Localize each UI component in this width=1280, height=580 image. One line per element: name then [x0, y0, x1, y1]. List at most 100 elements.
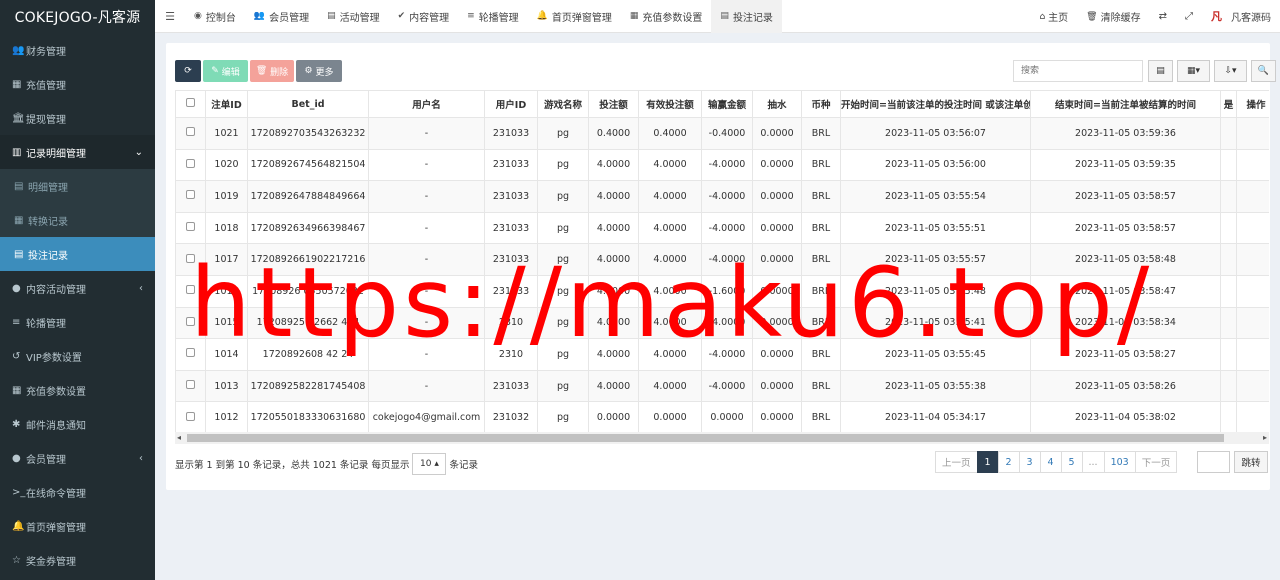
bars-icon: ≡	[467, 11, 475, 21]
scroll-right-icon[interactable]: ▸	[1263, 433, 1267, 442]
tab-2[interactable]: ▤ 活动管理	[318, 0, 389, 33]
table-cell-empty	[1236, 338, 1269, 371]
table-cell: 4.0000	[588, 369, 639, 403]
next-page-button[interactable]: 下一页	[1134, 451, 1178, 473]
sidebar-item-12[interactable]: ● 会员管理 ‹	[0, 441, 155, 475]
sidebar-item-7[interactable]: ● 内容活动管理 ‹	[0, 271, 155, 305]
page-button[interactable]: 103	[1103, 451, 1136, 473]
column-header[interactable]: 用户ID	[484, 90, 538, 118]
delete-button[interactable]: 🗑 删除	[250, 60, 294, 82]
jump-page-input[interactable]	[1197, 451, 1230, 473]
select-all-checkbox-cell	[175, 90, 206, 118]
table-row[interactable]: 1012 1720550183330631680 cokejogo4@gmail.c…	[175, 401, 1269, 434]
tab-7[interactable]: ▤ 投注记录	[711, 0, 782, 33]
export-button[interactable]: ⇩▾	[1214, 60, 1247, 82]
tab-4[interactable]: ≡ 轮播管理	[458, 0, 528, 33]
column-header[interactable]: 开始时间=当前该注单的投注时间 或该注单创建时间	[840, 90, 1031, 118]
column-header[interactable]: 投注额	[588, 90, 639, 118]
row-checkbox[interactable]	[186, 158, 195, 168]
column-header[interactable]: 是	[1220, 90, 1237, 118]
sidebar-item-3[interactable]: ▥ 记录明细管理 ⌄	[0, 135, 155, 169]
table-row[interactable]: 1021 1720892703543263232-231033 pg 0.4000 0.…	[175, 117, 1269, 150]
sidebar-item-9[interactable]: ↺ VIP参数设置	[0, 339, 155, 373]
table-row[interactable]: 1020 1720892674564821504-231033 pg 4.0000 4.…	[175, 148, 1269, 182]
edit-button[interactable]: ✎ 编辑	[203, 60, 248, 82]
table-cell: 1019	[205, 180, 248, 213]
tab-1[interactable]: 👥 会员管理	[245, 0, 318, 33]
translate-button[interactable]: ⇄	[1150, 11, 1176, 22]
row-checkbox[interactable]	[186, 190, 195, 200]
sidebar-item-14[interactable]: 🔔 首页弹窗管理	[0, 509, 155, 543]
sidebar-item-5[interactable]: ▦ 转换记录	[0, 203, 155, 237]
column-header[interactable]: 操作	[1236, 90, 1269, 118]
column-header[interactable]: 抽水	[752, 90, 802, 118]
sidebar-toggle-icon[interactable]: ☰	[155, 10, 185, 23]
search-button[interactable]: 🔍	[1251, 60, 1276, 82]
scrollbar-thumb[interactable]	[187, 434, 1224, 442]
sidebar-item-4[interactable]: ▤ 明细管理	[0, 169, 155, 203]
prev-page-button[interactable]: 上一页	[935, 451, 978, 473]
page-button[interactable]: 1	[976, 451, 999, 473]
table-row[interactable]: 1018 1720892634966398467-231033 pg 4.0000 4.…	[175, 211, 1269, 245]
toggle-view-button[interactable]: ▤	[1148, 60, 1173, 82]
row-checkbox-cell	[175, 401, 206, 434]
scroll-left-icon[interactable]: ◂	[177, 433, 181, 442]
chevron-left-icon: ‹	[139, 282, 143, 294]
jump-button[interactable]: 跳转	[1234, 451, 1268, 473]
column-header[interactable]: 游戏名称	[537, 90, 589, 118]
table-row[interactable]: 1013 1720892582281745408-231033 pg 4.0000 4.…	[175, 369, 1269, 403]
row-checkbox[interactable]	[186, 222, 195, 232]
user-circle-icon: ●	[12, 452, 21, 464]
sidebar-item-2[interactable]: 🏛 提现管理	[0, 101, 155, 135]
columns-button[interactable]: ▦▾	[1177, 60, 1210, 82]
column-header[interactable]: 币种	[801, 90, 841, 118]
tab-5[interactable]: 🔔 首页弹窗管理	[528, 0, 621, 33]
page-button[interactable]: 4	[1039, 451, 1062, 473]
table-cell: BRL	[801, 117, 841, 150]
sidebar-item-15[interactable]: ☆ 奖金券管理	[0, 543, 155, 577]
tab-0[interactable]: ◉ 控制台	[185, 0, 245, 33]
page-size-select[interactable]: 10 ▴	[412, 453, 447, 475]
page-button[interactable]: 2	[997, 451, 1020, 473]
table-cell: 0.0000	[752, 211, 802, 245]
sidebar-item-6[interactable]: ▤ 投注记录	[0, 237, 155, 271]
row-checkbox[interactable]	[186, 411, 195, 421]
sidebar-item-1[interactable]: ▦ 充值管理	[0, 67, 155, 101]
select-all-checkbox[interactable]	[186, 98, 195, 107]
sidebar-item-10[interactable]: ▦ 充值参数设置	[0, 373, 155, 407]
tab-3[interactable]: ✔ 内容管理	[389, 0, 459, 33]
sidebar-item-0[interactable]: 👥 财务管理	[0, 33, 155, 67]
sidebar-item-8[interactable]: ≡ 轮播管理	[0, 305, 155, 339]
page-button[interactable]: 5	[1060, 451, 1083, 473]
column-header[interactable]: 用户名	[368, 90, 485, 118]
tab-6[interactable]: ▦ 充值参数设置	[621, 0, 712, 33]
horizontal-scrollbar[interactable]: ◂ ▸	[175, 432, 1269, 444]
tab-label: 控制台	[205, 12, 236, 24]
fullscreen-button[interactable]: ⤢	[1176, 11, 1202, 22]
column-header[interactable]: 有效投注额	[638, 90, 702, 118]
column-header[interactable]: 注单ID	[205, 90, 248, 118]
clear-cache-link[interactable]: 🗑 清除缓存	[1077, 9, 1149, 25]
row-checkbox[interactable]	[186, 127, 195, 137]
refresh-button[interactable]: ⟳	[175, 60, 201, 82]
search-input[interactable]	[1013, 60, 1143, 82]
home-icon: ⌂	[1039, 11, 1046, 22]
column-header[interactable]: 输赢金额	[701, 90, 753, 118]
sidebar-item-11[interactable]: ✱ 邮件消息通知	[0, 407, 155, 441]
table-cell: 2023-11-05 03:55:54	[840, 180, 1031, 213]
table-row[interactable]: 1019 1720892647884849664-231033 pg 4.0000 4.…	[175, 180, 1269, 213]
row-checkbox[interactable]	[186, 380, 195, 390]
home-link[interactable]: ⌂ 主页	[1030, 9, 1077, 25]
column-header[interactable]: 结束时间=当前注单被结算的时间	[1030, 90, 1221, 118]
calendar-icon: ▤	[327, 11, 336, 21]
user-menu[interactable]: 凡凡客源码	[1202, 9, 1280, 25]
sidebar-item-13[interactable]: >_ 在线命令管理	[0, 475, 155, 509]
app-logo[interactable]: COKEJOGO-凡客源	[0, 0, 155, 33]
page-button[interactable]: ...	[1081, 451, 1105, 473]
calendar-icon: ▤	[720, 11, 729, 21]
page-button[interactable]: 3	[1018, 451, 1041, 473]
column-header[interactable]: Bet_id	[247, 90, 369, 118]
table-cell: BRL	[801, 211, 841, 245]
more-button[interactable]: ⚙ 更多	[296, 60, 342, 82]
row-checkbox-cell	[175, 180, 206, 213]
